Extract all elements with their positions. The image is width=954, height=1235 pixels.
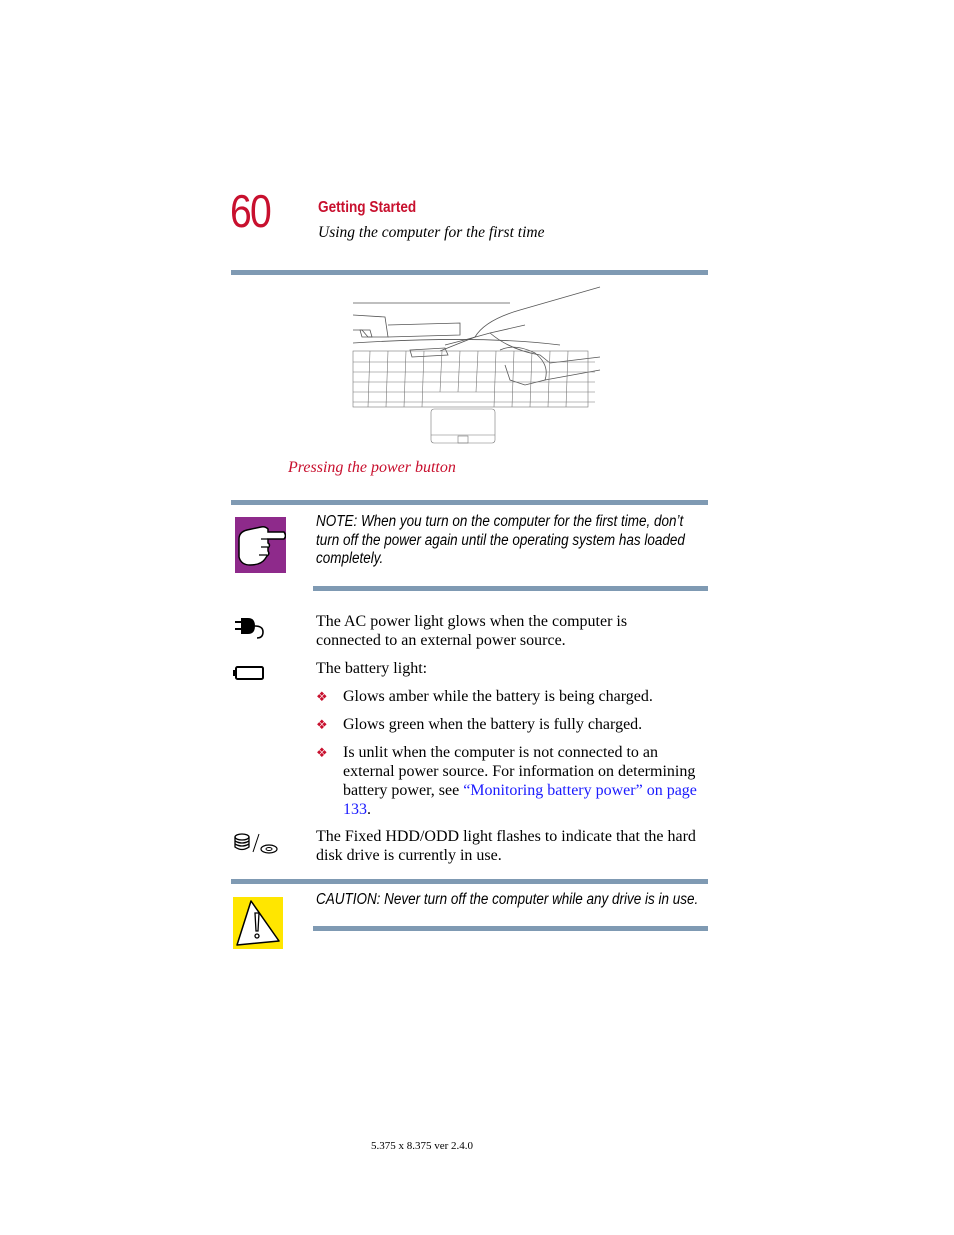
battery-light-label: The battery light: (316, 660, 428, 677)
section-title: Using the computer for the first time (318, 224, 545, 241)
caution-top-divider (231, 879, 708, 884)
caution-bottom-divider (313, 926, 708, 931)
ac-power-plug-icon (235, 618, 264, 639)
chapter-title: Getting Started (318, 199, 417, 216)
note-text: NOTE: When you turn on the computer for … (316, 513, 685, 567)
hdd-odd-icon (234, 833, 278, 854)
hdd-odd-description: The Fixed HDD/ODD light flashes to indic… (316, 828, 696, 864)
caution-warning-icon (233, 897, 283, 949)
battery-bullet-unlit: Is unlit when the computer is not connec… (343, 743, 708, 819)
hand-pressing-power-button-illustration (352, 286, 601, 444)
battery-bullet-green: Glows green when the battery is fully ch… (343, 716, 643, 733)
pointing-hand-icon (235, 517, 286, 573)
caution-text: CAUTION: Never turn off the computer whi… (316, 891, 699, 908)
footer-version: 5.375 x 8.375 ver 2.4.0 (371, 1140, 474, 1152)
note-top-divider (231, 500, 708, 505)
bullet-icon: ❖ (316, 689, 328, 704)
figure-caption: Pressing the power button (288, 459, 456, 476)
ac-power-description: The AC power light glows when the comput… (316, 613, 628, 649)
sentence-end: . (367, 801, 371, 818)
battery-bullet-amber: Glows amber while the battery is being c… (343, 688, 653, 705)
header-divider (231, 270, 708, 275)
battery-icon (233, 666, 264, 680)
page-number: 60 (230, 185, 272, 237)
bullet-icon: ❖ (316, 745, 328, 760)
note-bottom-divider (313, 586, 708, 591)
bullet-icon: ❖ (316, 717, 328, 732)
